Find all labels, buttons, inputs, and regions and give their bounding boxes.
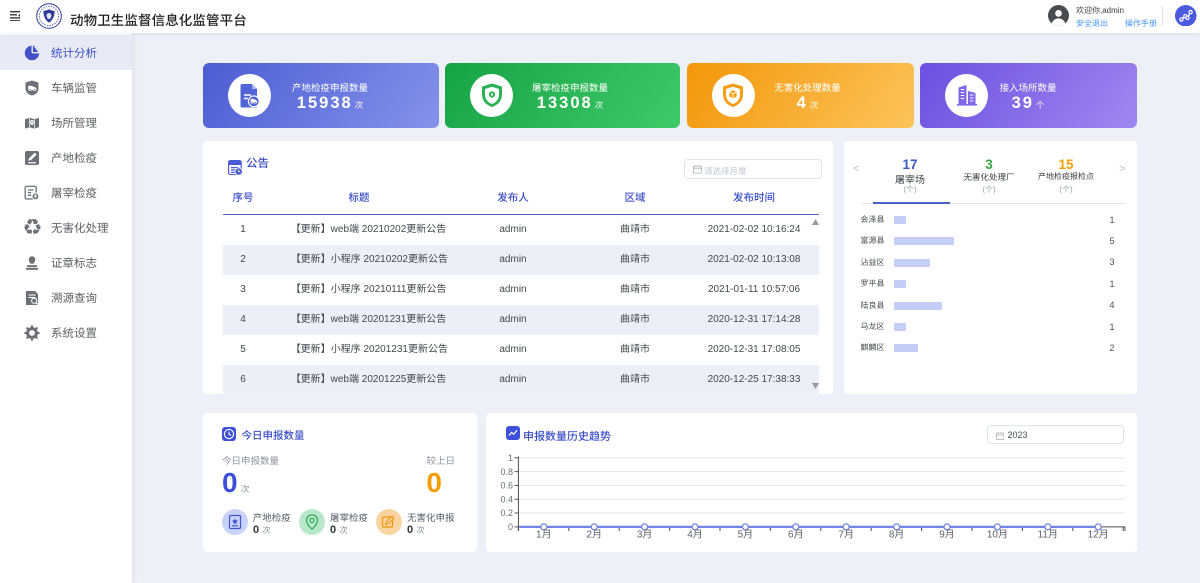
svg-text:0.4: 0.4 xyxy=(500,494,513,504)
svg-text:12月: 12月 xyxy=(1088,530,1109,541)
svg-text:6月: 6月 xyxy=(788,530,804,541)
svg-text:0: 0 xyxy=(508,522,513,532)
svg-text:0.8: 0.8 xyxy=(500,467,513,477)
svg-text:2月: 2月 xyxy=(586,530,602,541)
svg-text:9月: 9月 xyxy=(939,530,955,541)
svg-text:11月: 11月 xyxy=(1038,530,1058,541)
svg-text:0.2: 0.2 xyxy=(500,508,513,518)
svg-text:7月: 7月 xyxy=(838,530,854,541)
svg-text:4月: 4月 xyxy=(687,530,703,541)
svg-text:10月: 10月 xyxy=(987,530,1008,541)
svg-text:0.6: 0.6 xyxy=(500,481,513,491)
svg-text:1: 1 xyxy=(508,453,513,463)
svg-text:8月: 8月 xyxy=(889,530,905,541)
svg-text:3月: 3月 xyxy=(637,530,653,541)
svg-text:1月: 1月 xyxy=(536,530,552,541)
svg-text:5月: 5月 xyxy=(738,530,754,541)
